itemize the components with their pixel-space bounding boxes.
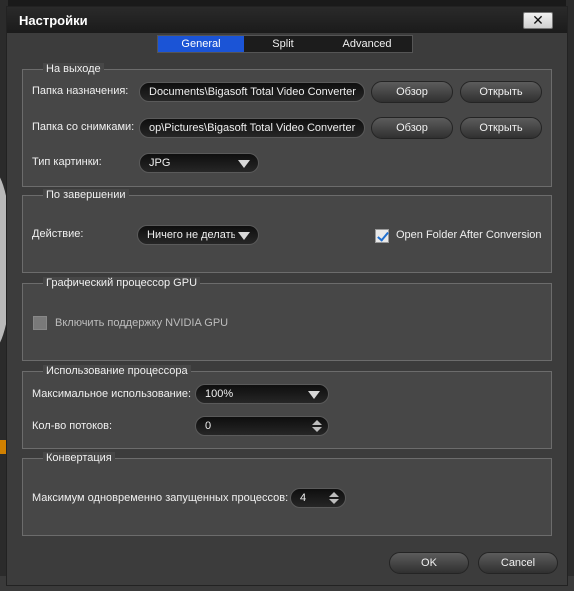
destination-folder-input[interactable]: Documents\Bigasoft Total Video Converter [139, 82, 365, 102]
open-folder-label: Open Folder After Conversion [396, 229, 542, 241]
snapshot-browse-button[interactable]: Обзор [371, 117, 453, 139]
max-usage-value: 100% [205, 388, 234, 400]
gpu-group-title: Графический процессор GPU [43, 277, 201, 289]
snapshot-open-button[interactable]: Открыть [460, 117, 542, 139]
settings-dialog: Настройки ✕ General Split Advanced На вы… [6, 6, 568, 586]
action-label: Действие: [32, 228, 84, 240]
spinner-arrows-icon[interactable] [329, 492, 339, 504]
destination-folder-label: Папка назначения: [32, 85, 129, 97]
tab-split[interactable]: Split [244, 36, 322, 52]
dialog-title: Настройки [19, 13, 88, 28]
max-processes-value: 4 [300, 492, 307, 504]
completion-group: По завершении Действие: Ничего не делать… [22, 189, 552, 273]
ok-button[interactable]: OK [389, 552, 469, 574]
tab-advanced[interactable]: Advanced [322, 36, 412, 52]
chevron-down-icon [238, 232, 250, 240]
close-button[interactable]: ✕ [523, 12, 553, 29]
cancel-button[interactable]: Cancel [478, 552, 558, 574]
max-usage-select[interactable]: 100% [195, 384, 329, 404]
image-type-label: Тип картинки: [32, 156, 102, 168]
gpu-group: Графический процессор GPU Включить подде… [22, 277, 552, 361]
max-processes-spinner[interactable]: 4 [290, 488, 346, 508]
destination-browse-button[interactable]: Обзор [371, 81, 453, 103]
gpu-enable-label: Включить поддержку NVIDIA GPU [55, 317, 229, 329]
chevron-down-icon [238, 160, 250, 168]
check-icon [377, 229, 389, 242]
threads-spinner[interactable]: 0 [195, 416, 329, 436]
threads-label: Кол-во потоков: [32, 420, 113, 432]
snapshot-folder-label: Папка со снимками: [32, 121, 135, 133]
snapshot-folder-input[interactable]: op\Pictures\Bigasoft Total Video Convert… [139, 118, 365, 138]
image-type-value: JPG [149, 157, 171, 169]
destination-open-button[interactable]: Открыть [460, 81, 542, 103]
close-icon: ✕ [532, 13, 544, 29]
open-folder-checkbox[interactable] [375, 229, 389, 243]
cpu-group-title: Использование процессора [43, 365, 191, 377]
output-group: На выходе Папка назначения: Documents\Bi… [22, 63, 552, 187]
spinner-arrows-icon[interactable] [312, 420, 322, 432]
output-group-title: На выходе [43, 63, 104, 75]
conversion-group-title: Конвертация [43, 452, 115, 464]
action-select[interactable]: Ничего не делать [137, 225, 259, 245]
chevron-down-icon [308, 391, 320, 399]
threads-value: 0 [205, 420, 212, 432]
completion-group-title: По завершении [43, 189, 129, 201]
gpu-enable-checkbox[interactable] [33, 316, 47, 330]
tab-general[interactable]: General [158, 36, 244, 52]
max-usage-label: Максимальное использование: [32, 388, 192, 400]
tab-bar: General Split Advanced [157, 35, 413, 53]
action-value: Ничего не делать [147, 229, 235, 241]
cpu-group: Использование процессора Максимальное ис… [22, 365, 552, 449]
max-processes-label: Максимум одновременно запущенных процесс… [32, 492, 289, 504]
conversion-group: Конвертация Максимум одновременно запуще… [22, 452, 552, 536]
title-bar[interactable]: Настройки ✕ [7, 7, 567, 33]
image-type-select[interactable]: JPG [139, 153, 259, 173]
